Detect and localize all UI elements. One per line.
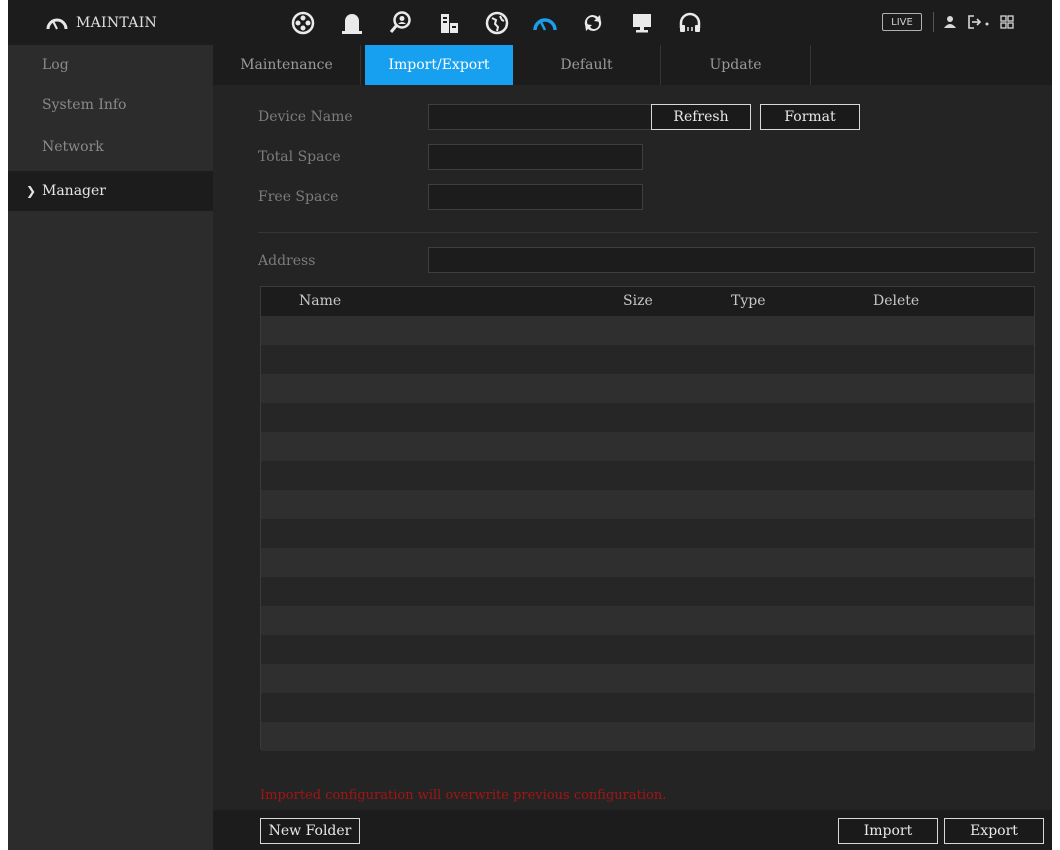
column-header-name: Name — [299, 293, 342, 309]
table-row — [261, 403, 1034, 432]
table-row — [261, 345, 1034, 374]
refresh-button[interactable]: Refresh — [651, 104, 751, 130]
format-button[interactable]: Format — [760, 104, 860, 130]
new-folder-button[interactable]: New Folder — [260, 818, 360, 844]
table-row — [261, 519, 1034, 548]
top-divider — [933, 12, 934, 32]
warning-message: Imported configuration will overwrite pr… — [260, 788, 667, 803]
grid-icon[interactable] — [998, 13, 1016, 31]
camera-reel-icon[interactable] — [289, 9, 317, 37]
device-name-select[interactable] — [428, 104, 678, 130]
page-title: MAINTAIN — [46, 0, 157, 45]
table-row — [261, 316, 1034, 345]
section-divider — [258, 232, 1038, 233]
search-person-icon[interactable] — [387, 9, 415, 37]
table-row — [261, 606, 1034, 635]
sidebar: Log System Info Network ❯ Manager — [8, 45, 213, 850]
table-row — [261, 577, 1034, 606]
sidebar-item-network[interactable]: Network — [8, 127, 213, 167]
table-row — [261, 548, 1034, 577]
file-table: Name Size Type Delete — [260, 286, 1035, 751]
maintain-gauge-icon — [46, 18, 68, 29]
sidebar-item-label: System Info — [42, 97, 127, 113]
table-row — [261, 490, 1034, 519]
audio-headset-icon[interactable] — [676, 9, 704, 37]
storage-icon[interactable] — [435, 9, 463, 37]
total-space-label: Total Space — [258, 149, 341, 165]
column-header-delete: Delete — [873, 293, 920, 309]
top-menu-bar: MAINTAIN LIVE — [8, 0, 1052, 45]
live-button[interactable]: LIVE — [882, 13, 922, 31]
alarm-bell-icon[interactable] — [338, 9, 366, 37]
column-header-type: Type — [731, 293, 766, 309]
device-name-label: Device Name — [258, 109, 353, 125]
sidebar-item-manager[interactable]: ❯ Manager — [8, 171, 213, 211]
table-row — [261, 461, 1034, 490]
table-row — [261, 374, 1034, 403]
sidebar-item-log[interactable]: Log — [8, 45, 213, 85]
sidebar-item-label: Log — [42, 57, 69, 73]
maintain-gauge-menu-icon[interactable] — [531, 9, 559, 37]
backup-sync-icon[interactable] — [579, 9, 607, 37]
table-row — [261, 693, 1034, 722]
user-icon[interactable] — [941, 13, 959, 31]
table-row — [261, 635, 1034, 664]
table-row — [261, 664, 1034, 693]
display-monitor-icon[interactable] — [628, 9, 656, 37]
tab-default[interactable]: Default — [513, 45, 661, 85]
table-row — [261, 432, 1034, 461]
tab-bar: Maintenance Import/Export Default Update — [213, 45, 1052, 85]
import-button[interactable]: Import — [838, 818, 938, 844]
network-globe-icon[interactable] — [483, 9, 511, 37]
app-window: MAINTAIN LIVE Log System Info Network ❯ … — [8, 0, 1052, 850]
total-space-field — [428, 144, 643, 170]
free-space-label: Free Space — [258, 189, 339, 205]
column-header-size: Size — [623, 293, 653, 309]
tab-import-export[interactable]: Import/Export — [365, 45, 513, 85]
chevron-right-icon: ❯ — [26, 184, 37, 198]
sidebar-item-system-info[interactable]: System Info — [8, 85, 213, 125]
page-title-text: MAINTAIN — [76, 14, 158, 31]
export-button[interactable]: Export — [944, 818, 1044, 844]
table-header: Name Size Type Delete — [261, 287, 1034, 316]
address-label: Address — [258, 253, 316, 269]
free-space-field — [428, 184, 643, 210]
tab-update[interactable]: Update — [661, 45, 811, 85]
tab-maintenance[interactable]: Maintenance — [213, 45, 361, 85]
address-field[interactable] — [428, 247, 1035, 273]
table-row — [261, 722, 1034, 751]
sidebar-item-label: Manager — [42, 183, 106, 199]
sidebar-item-label: Network — [42, 139, 104, 155]
